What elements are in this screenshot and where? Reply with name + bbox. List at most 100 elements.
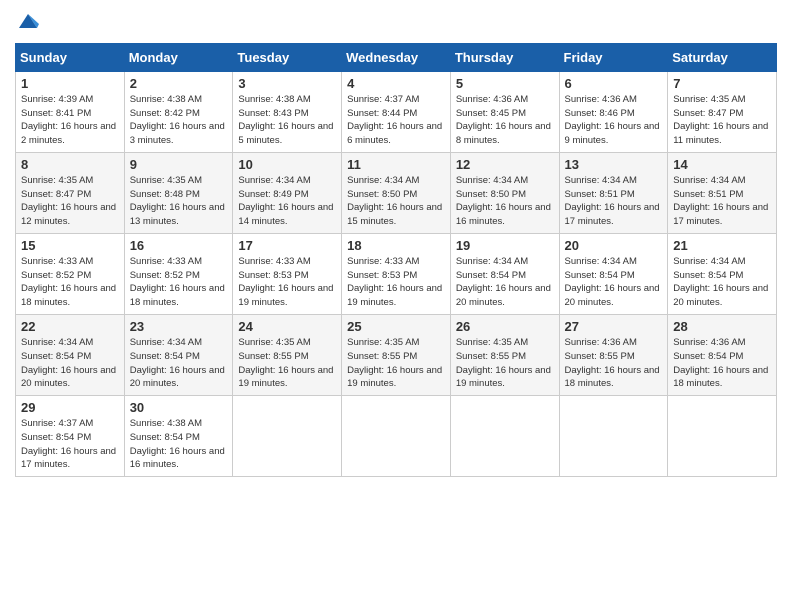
day-number: 27: [565, 319, 663, 334]
weekday-header: Thursday: [450, 43, 559, 71]
day-number: 10: [238, 157, 336, 172]
day-info: Sunrise: 4:37 AMSunset: 8:44 PMDaylight:…: [347, 93, 445, 148]
calendar-week-row: 22 Sunrise: 4:34 AMSunset: 8:54 PMDayligh…: [16, 314, 777, 395]
calendar-cell: 19 Sunrise: 4:34 AMSunset: 8:54 PMDayligh…: [450, 233, 559, 314]
day-info: Sunrise: 4:36 AMSunset: 8:55 PMDaylight:…: [565, 336, 663, 391]
day-number: 19: [456, 238, 554, 253]
day-info: Sunrise: 4:34 AMSunset: 8:54 PMDaylight:…: [673, 255, 771, 310]
calendar-cell: 1 Sunrise: 4:39 AMSunset: 8:41 PMDaylight…: [16, 71, 125, 152]
calendar-cell: 21 Sunrise: 4:34 AMSunset: 8:54 PMDayligh…: [668, 233, 777, 314]
weekday-header: Saturday: [668, 43, 777, 71]
day-number: 8: [21, 157, 119, 172]
calendar-cell: 15 Sunrise: 4:33 AMSunset: 8:52 PMDayligh…: [16, 233, 125, 314]
calendar-week-row: 15 Sunrise: 4:33 AMSunset: 8:52 PMDayligh…: [16, 233, 777, 314]
day-info: Sunrise: 4:33 AMSunset: 8:53 PMDaylight:…: [238, 255, 336, 310]
weekday-header: Friday: [559, 43, 668, 71]
day-info: Sunrise: 4:34 AMSunset: 8:54 PMDaylight:…: [130, 336, 228, 391]
day-info: Sunrise: 4:34 AMSunset: 8:51 PMDaylight:…: [673, 174, 771, 229]
logo-icon: [17, 10, 39, 32]
day-number: 21: [673, 238, 771, 253]
day-number: 14: [673, 157, 771, 172]
day-number: 1: [21, 76, 119, 91]
day-number: 9: [130, 157, 228, 172]
day-number: 13: [565, 157, 663, 172]
calendar-week-row: 1 Sunrise: 4:39 AMSunset: 8:41 PMDaylight…: [16, 71, 777, 152]
day-number: 16: [130, 238, 228, 253]
day-info: Sunrise: 4:37 AMSunset: 8:54 PMDaylight:…: [21, 417, 119, 472]
day-number: 3: [238, 76, 336, 91]
calendar-cell: [233, 396, 342, 477]
day-number: 2: [130, 76, 228, 91]
day-info: Sunrise: 4:35 AMSunset: 8:55 PMDaylight:…: [456, 336, 554, 391]
day-number: 11: [347, 157, 445, 172]
weekday-header: Tuesday: [233, 43, 342, 71]
calendar-cell: 14 Sunrise: 4:34 AMSunset: 8:51 PMDayligh…: [668, 152, 777, 233]
calendar-cell: [559, 396, 668, 477]
day-info: Sunrise: 4:34 AMSunset: 8:54 PMDaylight:…: [565, 255, 663, 310]
day-info: Sunrise: 4:34 AMSunset: 8:51 PMDaylight:…: [565, 174, 663, 229]
day-number: 22: [21, 319, 119, 334]
calendar-cell: 20 Sunrise: 4:34 AMSunset: 8:54 PMDayligh…: [559, 233, 668, 314]
calendar-cell: 18Sunrise: 4:33 AMSunset: 8:53 PMDayligh…: [342, 233, 451, 314]
calendar-cell: 26 Sunrise: 4:35 AMSunset: 8:55 PMDayligh…: [450, 314, 559, 395]
day-info: Sunrise: 4:38 AMSunset: 8:42 PMDaylight:…: [130, 93, 228, 148]
day-number: 15: [21, 238, 119, 253]
calendar-cell: 22 Sunrise: 4:34 AMSunset: 8:54 PMDayligh…: [16, 314, 125, 395]
logo: [15, 10, 39, 37]
day-number: 28: [673, 319, 771, 334]
calendar-cell: 30 Sunrise: 4:38 AMSunset: 8:54 PMDayligh…: [124, 396, 233, 477]
calendar-cell: 29 Sunrise: 4:37 AMSunset: 8:54 PMDayligh…: [16, 396, 125, 477]
day-number: 12: [456, 157, 554, 172]
day-info: Sunrise: 4:35 AMSunset: 8:48 PMDaylight:…: [130, 174, 228, 229]
day-number: 25: [347, 319, 445, 334]
day-number: 7: [673, 76, 771, 91]
calendar-cell: 5Sunrise: 4:36 AMSunset: 8:45 PMDaylight…: [450, 71, 559, 152]
day-info: Sunrise: 4:36 AMSunset: 8:46 PMDaylight:…: [565, 93, 663, 148]
day-info: Sunrise: 4:34 AMSunset: 8:49 PMDaylight:…: [238, 174, 336, 229]
day-number: 4: [347, 76, 445, 91]
day-info: Sunrise: 4:38 AMSunset: 8:54 PMDaylight:…: [130, 417, 228, 472]
calendar-week-row: 29 Sunrise: 4:37 AMSunset: 8:54 PMDayligh…: [16, 396, 777, 477]
calendar-cell: 8 Sunrise: 4:35 AMSunset: 8:47 PMDaylight…: [16, 152, 125, 233]
calendar-table: SundayMondayTuesdayWednesdayThursdayFrid…: [15, 43, 777, 477]
day-info: Sunrise: 4:33 AMSunset: 8:53 PMDaylight:…: [347, 255, 445, 310]
day-info: Sunrise: 4:34 AMSunset: 8:50 PMDaylight:…: [456, 174, 554, 229]
day-info: Sunrise: 4:39 AMSunset: 8:41 PMDaylight:…: [21, 93, 119, 148]
day-info: Sunrise: 4:35 AMSunset: 8:55 PMDaylight:…: [347, 336, 445, 391]
day-info: Sunrise: 4:33 AMSunset: 8:52 PMDaylight:…: [21, 255, 119, 310]
calendar-cell: [668, 396, 777, 477]
day-info: Sunrise: 4:34 AMSunset: 8:50 PMDaylight:…: [347, 174, 445, 229]
day-number: 24: [238, 319, 336, 334]
day-number: 26: [456, 319, 554, 334]
day-number: 6: [565, 76, 663, 91]
calendar-cell: 24 Sunrise: 4:35 AMSunset: 8:55 PMDayligh…: [233, 314, 342, 395]
calendar-cell: 2 Sunrise: 4:38 AMSunset: 8:42 PMDaylight…: [124, 71, 233, 152]
calendar-cell: 11 Sunrise: 4:34 AMSunset: 8:50 PMDayligh…: [342, 152, 451, 233]
calendar-cell: [450, 396, 559, 477]
calendar-cell: 23 Sunrise: 4:34 AMSunset: 8:54 PMDayligh…: [124, 314, 233, 395]
weekday-header: Monday: [124, 43, 233, 71]
calendar-cell: 12 Sunrise: 4:34 AMSunset: 8:50 PMDayligh…: [450, 152, 559, 233]
day-info: Sunrise: 4:36 AMSunset: 8:45 PMDaylight:…: [456, 93, 554, 148]
calendar-cell: 7 Sunrise: 4:35 AMSunset: 8:47 PMDaylight…: [668, 71, 777, 152]
calendar-cell: 27 Sunrise: 4:36 AMSunset: 8:55 PMDayligh…: [559, 314, 668, 395]
day-info: Sunrise: 4:36 AMSunset: 8:54 PMDaylight:…: [673, 336, 771, 391]
day-info: Sunrise: 4:35 AMSunset: 8:47 PMDaylight:…: [673, 93, 771, 148]
day-number: 30: [130, 400, 228, 415]
calendar-cell: 9 Sunrise: 4:35 AMSunset: 8:48 PMDaylight…: [124, 152, 233, 233]
day-info: Sunrise: 4:35 AMSunset: 8:47 PMDaylight:…: [21, 174, 119, 229]
calendar-cell: 4 Sunrise: 4:37 AMSunset: 8:44 PMDaylight…: [342, 71, 451, 152]
day-number: 23: [130, 319, 228, 334]
calendar-cell: 3Sunrise: 4:38 AMSunset: 8:43 PMDaylight…: [233, 71, 342, 152]
day-info: Sunrise: 4:34 AMSunset: 8:54 PMDaylight:…: [21, 336, 119, 391]
day-number: 20: [565, 238, 663, 253]
calendar-cell: 16 Sunrise: 4:33 AMSunset: 8:52 PMDayligh…: [124, 233, 233, 314]
day-info: Sunrise: 4:35 AMSunset: 8:55 PMDaylight:…: [238, 336, 336, 391]
day-info: Sunrise: 4:33 AMSunset: 8:52 PMDaylight:…: [130, 255, 228, 310]
day-number: 29: [21, 400, 119, 415]
day-info: Sunrise: 4:34 AMSunset: 8:54 PMDaylight:…: [456, 255, 554, 310]
calendar-header-row: SundayMondayTuesdayWednesdayThursdayFrid…: [16, 43, 777, 71]
weekday-header: Wednesday: [342, 43, 451, 71]
calendar-cell: 28 Sunrise: 4:36 AMSunset: 8:54 PMDayligh…: [668, 314, 777, 395]
calendar-cell: 13 Sunrise: 4:34 AMSunset: 8:51 PMDayligh…: [559, 152, 668, 233]
